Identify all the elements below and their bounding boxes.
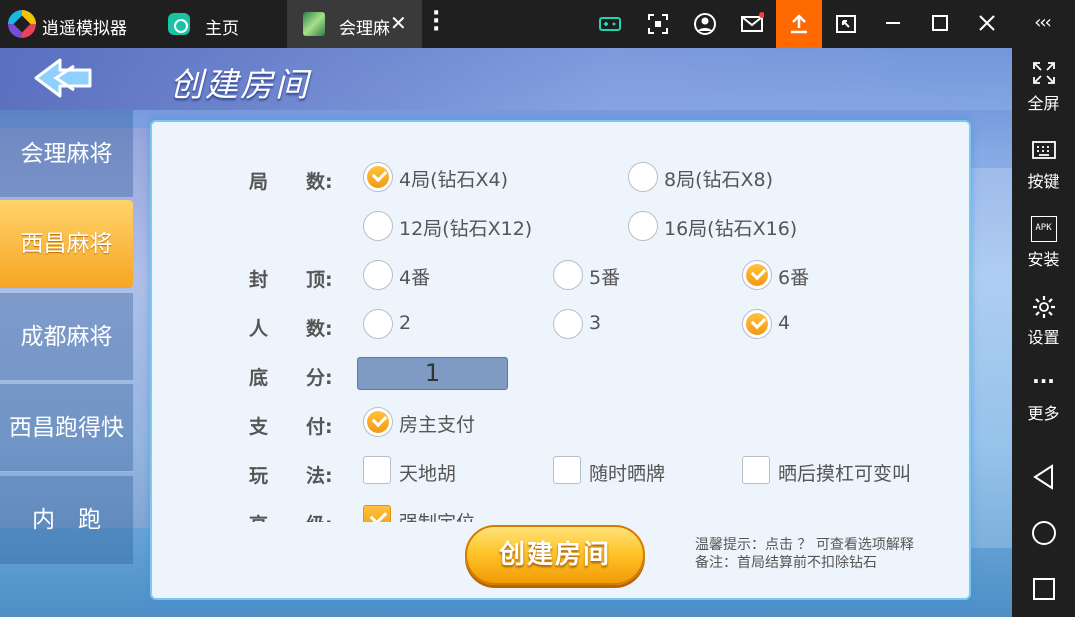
- home-tab[interactable]: 主页: [205, 14, 239, 39]
- payment-label: 支 付:: [249, 416, 333, 438]
- option-label: 随时晒牌: [589, 463, 666, 485]
- recents-nav-icon[interactable]: [1030, 575, 1058, 603]
- collapse-sidebar-icon[interactable]: ‹‹‹: [1027, 8, 1057, 38]
- game-app-icon: [303, 12, 325, 36]
- tip-note: 备注：首局结算前不扣除钻石: [695, 555, 877, 571]
- keymap-button[interactable]: 按键: [1012, 138, 1075, 192]
- menu-item-xichang-paodekuai[interactable]: 西昌跑得快: [0, 384, 133, 472]
- radio-checked: [363, 407, 393, 437]
- multi-window-icon[interactable]: [834, 12, 858, 36]
- option-label: 4: [778, 312, 791, 334]
- tab-menu-icon[interactable]: · · ·: [432, 3, 440, 41]
- option-label: 3: [589, 312, 602, 334]
- create-room-panel: 局 数: 4局(钻石X4) 8局(钻石X8) 12局(钻石X12) 16局(钻石…: [150, 120, 971, 600]
- install-label: 安装: [1027, 250, 1060, 269]
- option-label: 5番: [589, 267, 621, 289]
- install-apk-button[interactable]: APK 安装: [1012, 216, 1075, 270]
- maximize-icon[interactable]: [925, 8, 955, 38]
- fullscreen-button[interactable]: 全屏: [1012, 60, 1075, 114]
- create-room-button[interactable]: 创建房间: [465, 525, 645, 585]
- close-window-icon[interactable]: [972, 8, 1002, 38]
- players-label: 人 数:: [249, 318, 333, 340]
- tip-hint: 温馨提示：点击 ？ 可查看选项解释: [695, 537, 914, 553]
- radio-unchecked: [553, 309, 583, 339]
- menu-item-chengdu[interactable]: 成都麻将: [0, 293, 133, 381]
- option-label: 8局(钻石X8): [664, 169, 774, 191]
- option-label: 强制定位: [399, 508, 475, 522]
- back-arrow-icon[interactable]: [30, 56, 96, 100]
- option-label: 2: [399, 312, 412, 334]
- emulator-titlebar: 逍遥模拟器 主页 会理麻 ✕ · · · ‹‹‹: [0, 0, 1075, 48]
- upload-button[interactable]: [776, 0, 822, 48]
- option-label: 晒后摸杠可变叫: [778, 463, 912, 485]
- game-tab[interactable]: 会理麻 ✕: [287, 0, 422, 48]
- app-logo-icon: [8, 10, 36, 38]
- settings-button[interactable]: 设置: [1012, 294, 1075, 348]
- home-nav-icon[interactable]: [1030, 519, 1058, 547]
- more-button[interactable]: ··· 更多: [1012, 370, 1075, 424]
- mail-icon[interactable]: [740, 12, 764, 36]
- gear-icon: [1032, 296, 1055, 318]
- header-band: [0, 48, 1012, 110]
- fullscreen-icon: [1032, 62, 1055, 84]
- radio-checked: [742, 260, 772, 290]
- checkbox-checked: [363, 505, 391, 522]
- radio-unchecked: [628, 162, 658, 192]
- option-label: 16局(钻石X16): [664, 218, 798, 240]
- option-label: 4局(钻石X4): [399, 169, 509, 191]
- settings-label: 设置: [1027, 328, 1060, 347]
- upload-icon: [791, 14, 807, 34]
- more-label: 更多: [1027, 404, 1060, 423]
- option-label: 12局(钻石X12): [399, 218, 533, 240]
- gamepad-icon[interactable]: [598, 12, 622, 36]
- radio-checked: [742, 309, 772, 339]
- option-label: 6番: [778, 267, 810, 289]
- page-title: 创建房间: [170, 65, 310, 104]
- checkbox-unchecked: [363, 456, 391, 484]
- advanced-label: 高 级:: [249, 510, 333, 522]
- checkbox-unchecked: [742, 456, 770, 484]
- screenshot-icon[interactable]: [646, 12, 670, 36]
- radio-unchecked: [628, 211, 658, 241]
- option-label: 4番: [399, 267, 431, 289]
- rounds-label: 局 数:: [249, 171, 333, 193]
- emulator-sidebar: 全屏 按键 APK 安装 设置 ··· 更多: [1012, 48, 1075, 617]
- radio-checked: [363, 162, 393, 192]
- base-score-input[interactable]: 1: [357, 357, 508, 390]
- option-label: 房主支付: [399, 414, 476, 436]
- options-scroll-area[interactable]: 局 数: 4局(钻石X4) 8局(钻石X8) 12局(钻石X12) 16局(钻石…: [152, 122, 973, 522]
- radio-unchecked: [553, 260, 583, 290]
- more-icon: ···: [1032, 369, 1055, 393]
- game-screen: 创建房间 会理麻将 西昌麻将 成都麻将 西昌跑得快 内 跑 局 数: 4局(钻石…: [0, 48, 1012, 617]
- menu-item-xichang[interactable]: 西昌麻将: [0, 200, 133, 288]
- apk-icon: APK: [1030, 216, 1057, 242]
- back-nav-icon[interactable]: [1030, 463, 1058, 491]
- play-label: 玩 法:: [249, 465, 333, 487]
- option-label: 天地胡: [399, 463, 457, 485]
- account-icon[interactable]: [693, 12, 717, 36]
- checkbox-unchecked: [553, 456, 581, 484]
- radio-unchecked: [363, 260, 393, 290]
- fullscreen-label: 全屏: [1027, 94, 1060, 113]
- base-score-label: 底 分:: [249, 367, 333, 389]
- app-name: 逍遥模拟器: [42, 19, 127, 39]
- radio-unchecked: [363, 309, 393, 339]
- menu-item-huili[interactable]: 会理麻将: [0, 110, 133, 198]
- cap-label: 封 顶:: [249, 269, 333, 291]
- close-tab-icon[interactable]: ✕: [390, 11, 407, 35]
- keyboard-icon: [1031, 141, 1056, 159]
- home-icon[interactable]: [168, 13, 190, 35]
- keymap-label: 按键: [1027, 172, 1060, 191]
- menu-item-neipao[interactable]: 内 跑: [0, 476, 133, 564]
- minimize-icon[interactable]: [878, 8, 908, 38]
- radio-unchecked: [363, 211, 393, 241]
